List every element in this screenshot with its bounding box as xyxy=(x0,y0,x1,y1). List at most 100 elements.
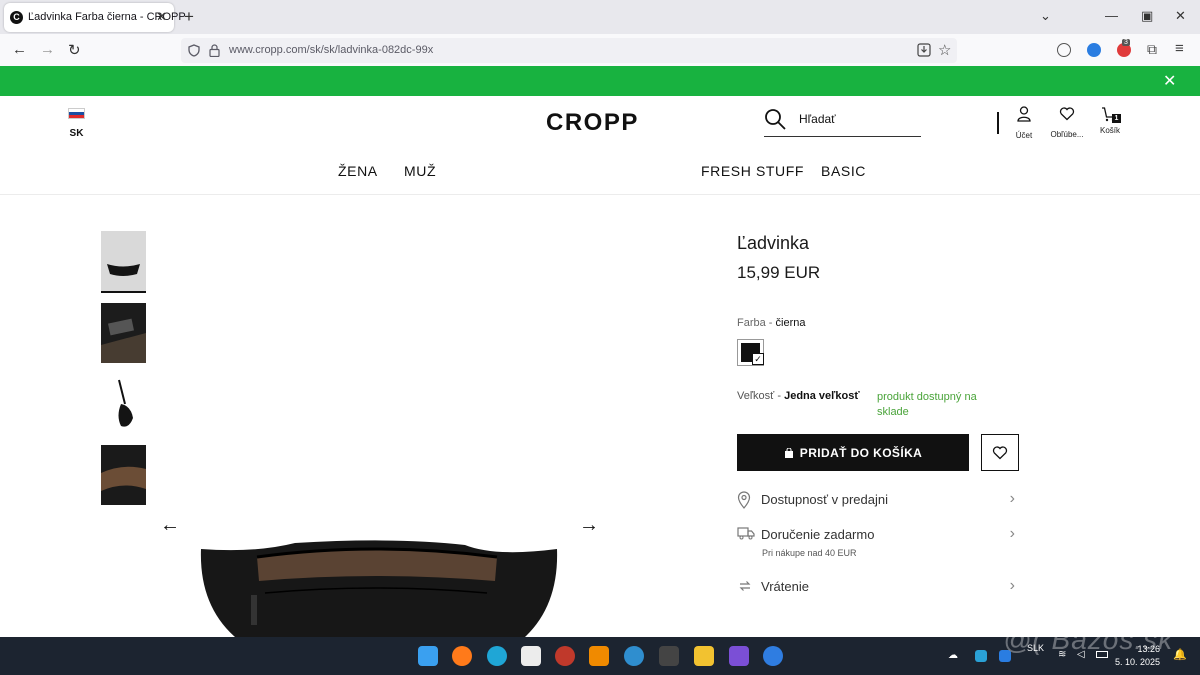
country-code: SK xyxy=(69,128,84,139)
chevron-right-icon: › xyxy=(1009,490,1015,507)
reload-icon[interactable]: ↻ xyxy=(68,41,81,59)
new-tab-button[interactable]: + xyxy=(184,7,194,27)
cart-label: Košík xyxy=(1099,126,1120,135)
browser-tab-bar: C Ľadvinka Farba čierna - CROPP ✕ + ⌄ — … xyxy=(0,0,1200,34)
bookmark-star-icon[interactable]: ☆ xyxy=(938,41,951,59)
slovakia-flag-icon xyxy=(68,108,85,119)
search-field[interactable]: Hľadať xyxy=(764,107,921,137)
bag-side-image xyxy=(118,379,133,427)
search-placeholder: Hľadať xyxy=(799,112,836,126)
extension-badge: 3 xyxy=(1122,39,1130,46)
delivery-label: Doručenie zadarmo xyxy=(761,527,875,542)
size-label: Veľkosť - xyxy=(737,390,785,402)
app-icon[interactable] xyxy=(729,646,749,666)
app-icon[interactable] xyxy=(659,646,679,666)
close-icon[interactable]: ✕ xyxy=(1175,8,1186,24)
menu-icon[interactable]: ≡ xyxy=(1175,40,1184,57)
edge-icon[interactable] xyxy=(487,646,507,666)
firefox-icon[interactable] xyxy=(452,646,472,666)
product-thumbnail[interactable] xyxy=(101,231,146,291)
start-icon[interactable] xyxy=(418,646,438,666)
nav-item-basic[interactable]: BASIC xyxy=(821,163,866,179)
app-icon[interactable] xyxy=(555,646,575,666)
color-separator: - xyxy=(765,317,776,329)
color-label: Farba xyxy=(737,317,766,329)
bag-inside-image xyxy=(101,445,146,505)
returns-row[interactable]: Vrátenie › xyxy=(737,576,1019,598)
site-logo[interactable]: CROPP xyxy=(546,109,639,137)
favorites-label: Obľúbe... xyxy=(1050,130,1084,139)
nav-item-fresh-stuff[interactable]: FRESH STUFF xyxy=(701,163,804,179)
chevron-right-icon: › xyxy=(1009,525,1015,542)
bag-icon xyxy=(784,447,793,458)
delivery-row[interactable]: Doručenie zadarmo › xyxy=(737,524,1019,546)
account-icon[interactable] xyxy=(1057,43,1071,57)
thumbnail-active-indicator xyxy=(101,291,146,293)
chevron-right-icon: › xyxy=(1009,577,1015,594)
account-link[interactable]: Účet xyxy=(1002,106,1046,140)
site-favicon: C xyxy=(10,11,23,24)
waist-bag-image xyxy=(107,264,140,276)
color-row: Farba - čierna xyxy=(737,317,806,329)
add-to-cart-label: PRIDAŤ DO KOŠÍKA xyxy=(799,445,923,460)
vlc-icon[interactable] xyxy=(589,646,609,666)
url-text: www.cropp.com/sk/sk/ladvinka-082dc-99x xyxy=(229,44,434,56)
browser-tab[interactable]: C Ľadvinka Farba čierna - CROPP ✕ xyxy=(4,3,186,32)
store-availability-label: Dostupnosť v predajni xyxy=(761,492,889,507)
cart-link[interactable]: 1 Košík xyxy=(1088,106,1132,135)
favorites-link[interactable]: Obľúbe... xyxy=(1045,106,1089,139)
location-pin-icon xyxy=(737,491,751,509)
return-arrows-icon xyxy=(739,581,751,591)
product-thumbnail[interactable] xyxy=(101,303,146,363)
color-swatch[interactable]: ✓ xyxy=(737,339,764,366)
minimize-icon[interactable]: — xyxy=(1105,8,1118,23)
product-thumbnail[interactable] xyxy=(101,445,146,505)
cart-count-badge: 1 xyxy=(1112,114,1121,123)
delivery-note: Pri nákupe nad 40 EUR xyxy=(762,548,857,558)
back-icon[interactable]: ← xyxy=(12,41,27,58)
truck-icon xyxy=(737,527,755,540)
gallery-next-arrow-icon[interactable]: → xyxy=(579,514,599,537)
heart-icon xyxy=(1059,107,1075,121)
check-icon: ✓ xyxy=(752,353,764,365)
restore-icon[interactable]: ▣ xyxy=(1141,8,1153,24)
tab-close-icon[interactable]: ✕ xyxy=(156,9,167,25)
size-row: Veľkosť - Jedna veľkosť xyxy=(737,390,860,402)
notification-bell-icon[interactable]: 🔔 xyxy=(1173,648,1187,661)
store-icon[interactable] xyxy=(521,646,541,666)
stock-status: produkt dostupný na sklade xyxy=(877,391,977,418)
lock-icon[interactable] xyxy=(209,44,220,57)
heart-icon xyxy=(992,446,1008,460)
browser-nav-bar: ← → ↻ www.cropp.com/sk/sk/ladvinka-082dc… xyxy=(0,34,1200,66)
cloud-icon[interactable]: ☁ xyxy=(948,650,958,661)
app-icon[interactable] xyxy=(763,646,783,666)
file-explorer-icon[interactable] xyxy=(694,646,714,666)
user-icon xyxy=(1017,106,1031,122)
watermark: @( Bazos.sk xyxy=(1003,624,1174,655)
tab-list-chevron-icon[interactable]: ⌄ xyxy=(1040,8,1051,24)
main-product-image xyxy=(200,540,558,637)
tray-app-icon[interactable] xyxy=(975,650,987,662)
extension-icon[interactable] xyxy=(1087,43,1101,57)
search-icon[interactable] xyxy=(764,108,788,132)
add-to-cart-button[interactable]: PRIDAŤ DO KOŠÍKA xyxy=(737,434,969,471)
shield-icon[interactable] xyxy=(188,44,200,57)
gallery-prev-arrow-icon[interactable]: ← xyxy=(160,514,180,537)
forward-icon[interactable]: → xyxy=(40,41,55,58)
header-divider xyxy=(997,112,999,134)
bag-detail-image xyxy=(101,303,146,363)
account-label: Účet xyxy=(1015,131,1033,140)
add-to-wishlist-button[interactable] xyxy=(981,434,1019,471)
store-availability-row[interactable]: Dostupnosť v predajni › xyxy=(737,489,1019,511)
returns-label: Vrátenie xyxy=(761,579,809,594)
promo-close-icon[interactable]: ✕ xyxy=(1163,71,1176,91)
product-thumbnail[interactable] xyxy=(101,374,146,434)
puzzle-icon[interactable]: ⧉ xyxy=(1147,41,1157,58)
color-value: čierna xyxy=(775,317,806,329)
app-icon[interactable] xyxy=(624,646,644,666)
country-selector[interactable]: SK xyxy=(68,108,85,141)
nav-item-women[interactable]: ŽENA xyxy=(338,163,378,179)
address-bar[interactable]: www.cropp.com/sk/sk/ladvinka-082dc-99x ☆ xyxy=(181,38,957,63)
download-icon[interactable] xyxy=(917,43,931,57)
nav-item-men[interactable]: MUŽ xyxy=(404,163,436,179)
